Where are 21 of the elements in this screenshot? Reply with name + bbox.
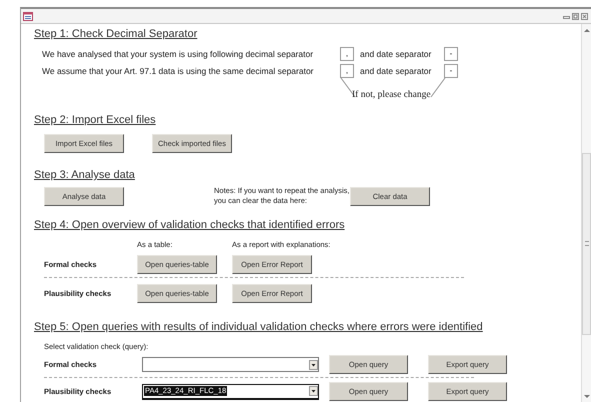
step-heading: Step 2: Import Excel files [34,113,157,127]
hint-text: If not, please change [352,90,431,100]
date-separator-field[interactable]: - [444,47,458,61]
info-text: We have analysed that your system is using following decimal separator [42,49,314,59]
step-heading: Step 4: Open overview of validation checks that identified errors [34,218,346,232]
close-icon[interactable] [581,12,588,20]
date-separator-field[interactable]: - [444,64,458,78]
query-dropdown[interactable] [142,357,319,372]
restore-icon[interactable] [572,12,579,20]
scroll-down-icon[interactable] [584,394,590,399]
step-heading: Step 1: Check Decimal Separator [34,27,198,41]
leader-line [430,78,446,98]
step-heading: Step 5: Open queries with results of individual validation checks where errors were identified [34,320,484,334]
scrollbar[interactable] [581,24,591,402]
field-label: and date separator [359,66,432,76]
decimal-separator-field[interactable]: , [340,64,354,78]
info-text: We assume that your Art. 97.1 data is using the same decimal separator [42,66,315,76]
scroll-up-icon[interactable] [584,28,590,33]
step-heading: Step 3: Analyse data [34,168,136,182]
decimal-separator-field[interactable]: , [340,47,354,61]
field-label: and date separator [359,49,432,59]
